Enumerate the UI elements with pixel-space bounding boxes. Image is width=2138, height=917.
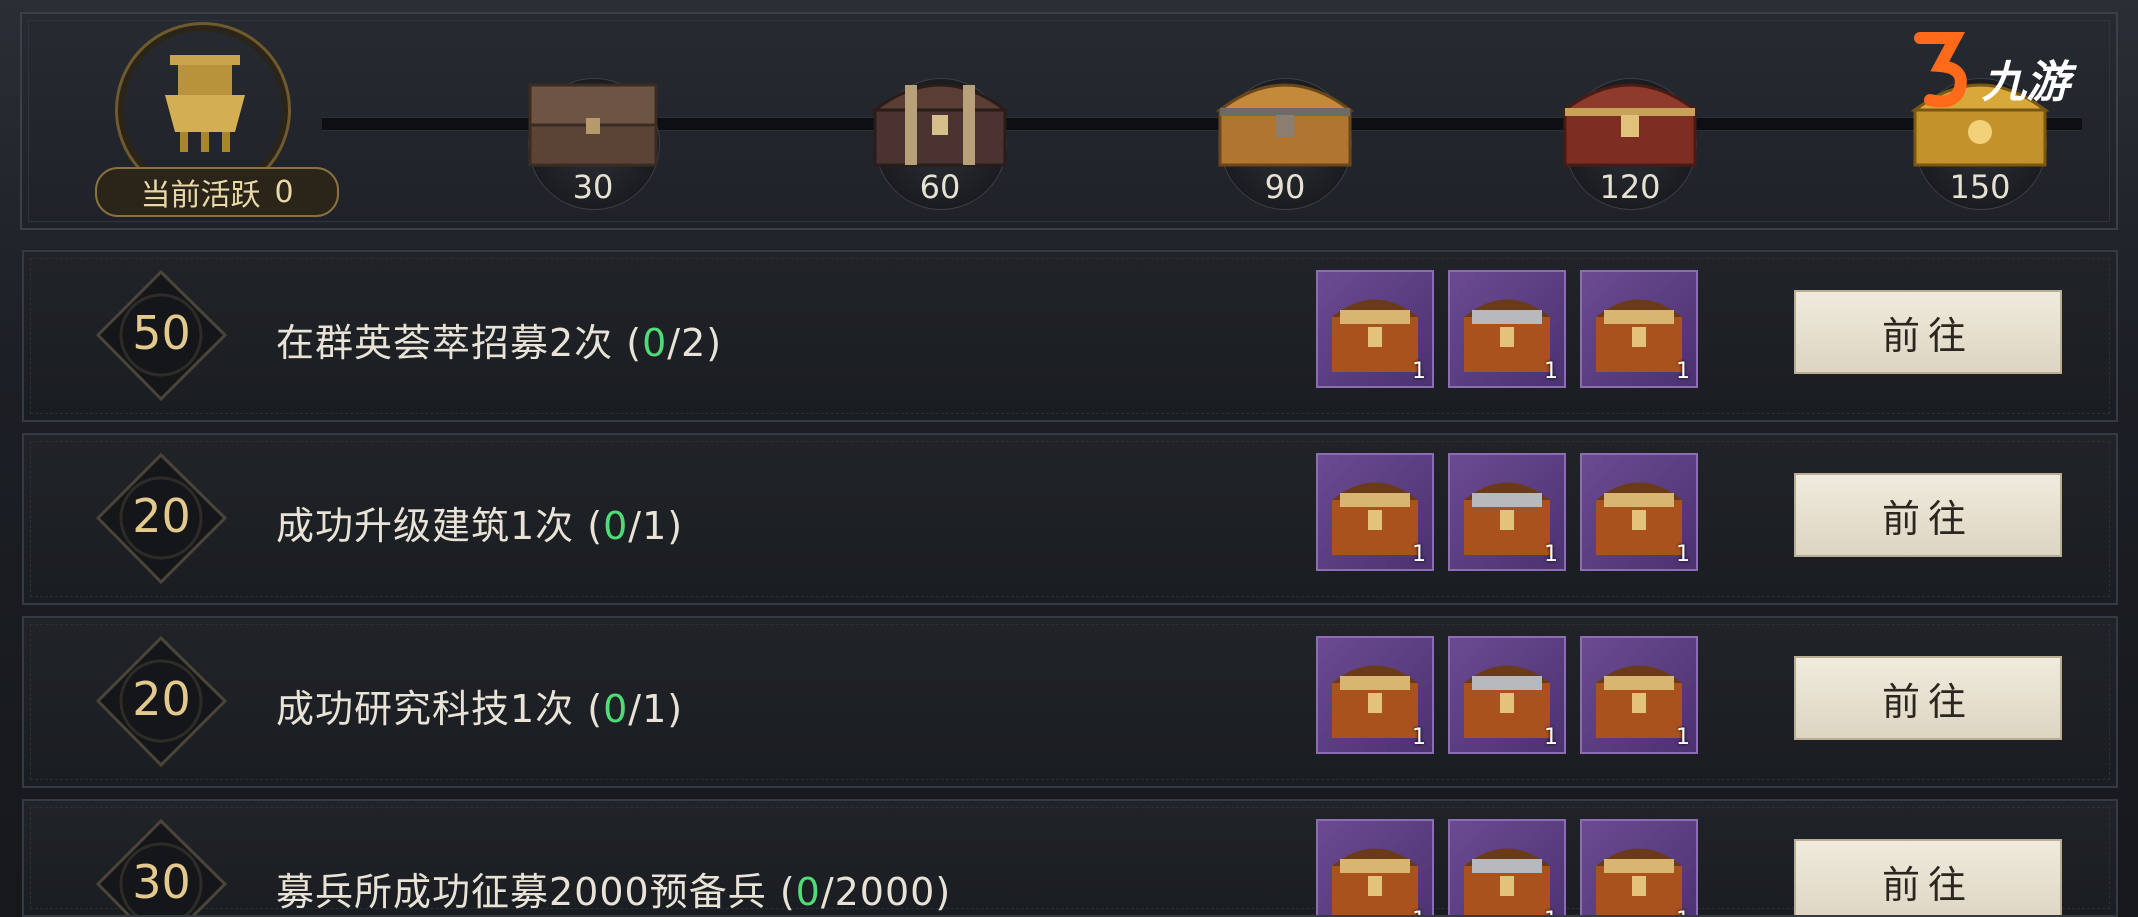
points-badge-icon bbox=[95, 452, 228, 585]
task-row: 20 成功研究科技1次 (0/1) 1 1 1 前往 bbox=[22, 616, 2118, 788]
task-row: 20 成功升级建筑1次 (0/1) 1 1 1 前往 bbox=[22, 433, 2118, 605]
points-badge-icon bbox=[95, 269, 228, 402]
reward-quantity: 1 bbox=[1676, 908, 1690, 915]
task-total: /2) bbox=[667, 321, 723, 365]
reward-quantity: 1 bbox=[1676, 359, 1690, 384]
silver-chest-icon bbox=[1464, 848, 1550, 915]
task-title: 成功升级建筑1次 (0/1) bbox=[276, 495, 683, 550]
milestone-chest-120[interactable]: 120 bbox=[1545, 40, 1715, 220]
reward-chest-item[interactable]: 1 bbox=[1448, 453, 1566, 571]
reward-chest-item[interactable]: 1 bbox=[1316, 636, 1434, 754]
task-progress: 0 bbox=[795, 870, 821, 914]
reward-quantity: 1 bbox=[1412, 542, 1426, 567]
go-button[interactable]: 前往 bbox=[1794, 473, 2062, 557]
current-activity-badge: 当前活跃 0 bbox=[95, 167, 339, 217]
banded-chest-icon bbox=[870, 83, 1010, 167]
jiuyou-logo: 九游 bbox=[1910, 28, 2120, 108]
progress-open: ( bbox=[626, 321, 643, 365]
progress-open: ( bbox=[587, 504, 604, 548]
reward-quantity: 1 bbox=[1412, 359, 1426, 384]
activity-tripod: 当前活跃 0 bbox=[95, 12, 355, 217]
task-total: /1) bbox=[628, 504, 684, 548]
reward-chest-item[interactable]: 1 bbox=[1580, 636, 1698, 754]
task-title-text: 在群英荟萃招募2次 bbox=[276, 321, 614, 365]
milestone-chest-60[interactable]: 60 bbox=[855, 40, 1025, 220]
progress-open: ( bbox=[779, 870, 796, 914]
reward-quantity: 1 bbox=[1544, 908, 1558, 915]
go-button[interactable]: 前往 bbox=[1794, 656, 2062, 740]
milestone-chest-30[interactable]: 30 bbox=[508, 40, 678, 220]
progress-open: ( bbox=[587, 687, 604, 731]
task-title-text: 成功升级建筑1次 bbox=[276, 504, 575, 548]
task-progress: 0 bbox=[603, 687, 629, 731]
treasure-chest-icon bbox=[1332, 848, 1418, 915]
activity-label: 当前活跃 bbox=[140, 178, 261, 213]
task-progress: 0 bbox=[603, 504, 629, 548]
milestone-value: 90 bbox=[1264, 168, 1306, 206]
points-badge-icon bbox=[95, 818, 228, 915]
task-title-text: 成功研究科技1次 bbox=[276, 687, 575, 731]
task-title-text: 募兵所成功征募2000预备兵 bbox=[276, 870, 767, 914]
reward-chest-item[interactable]: 1 bbox=[1580, 270, 1698, 388]
task-title: 成功研究科技1次 (0/1) bbox=[276, 678, 683, 733]
reward-quantity: 1 bbox=[1412, 725, 1426, 750]
reward-chest-item[interactable]: 1 bbox=[1448, 819, 1566, 915]
wooden-chest-icon bbox=[528, 83, 658, 167]
milestone-value: 30 bbox=[572, 168, 614, 206]
treasure-chest-icon bbox=[1596, 848, 1682, 915]
logo-text: 九游 bbox=[1982, 57, 2070, 108]
task-row: 30 募兵所成功征募2000预备兵 (0/2000) 1 1 1 前往 bbox=[22, 799, 2118, 917]
milestone-value: 60 bbox=[919, 168, 961, 206]
activity-value: 0 bbox=[274, 174, 294, 210]
reward-quantity: 1 bbox=[1412, 908, 1426, 915]
reward-chest-item[interactable]: 1 bbox=[1448, 636, 1566, 754]
go-button[interactable]: 前往 bbox=[1794, 839, 2062, 915]
reward-chest-item[interactable]: 1 bbox=[1316, 453, 1434, 571]
task-title: 募兵所成功征募2000预备兵 (0/2000) bbox=[276, 861, 952, 915]
reward-chest-item[interactable]: 1 bbox=[1316, 819, 1434, 915]
reward-chest-item[interactable]: 1 bbox=[1580, 819, 1698, 915]
reward-chest-item[interactable]: 1 bbox=[1580, 453, 1698, 571]
reward-quantity: 1 bbox=[1544, 359, 1558, 384]
task-row: 50 在群英荟萃招募2次 (0/2) 1 1 1 前往 bbox=[22, 250, 2118, 422]
task-total: /2000) bbox=[820, 870, 952, 914]
reward-quantity: 1 bbox=[1544, 725, 1558, 750]
points-badge-icon bbox=[95, 635, 228, 768]
task-title: 在群英荟萃招募2次 (0/2) bbox=[276, 312, 722, 367]
reward-chest-item[interactable]: 1 bbox=[1448, 270, 1566, 388]
reward-chest-item[interactable]: 1 bbox=[1316, 270, 1434, 388]
go-button[interactable]: 前往 bbox=[1794, 290, 2062, 374]
jiuyou-logo-icon bbox=[1914, 32, 1967, 108]
task-total: /1) bbox=[628, 687, 684, 731]
red-chest-icon bbox=[1560, 83, 1700, 167]
task-progress: 0 bbox=[642, 321, 668, 365]
bronze-chest-icon bbox=[1215, 83, 1355, 167]
milestone-chest-90[interactable]: 90 bbox=[1200, 40, 1370, 220]
milestone-value: 120 bbox=[1599, 168, 1661, 206]
milestone-value: 150 bbox=[1949, 168, 2011, 206]
bronze-tripod-icon bbox=[165, 55, 245, 152]
reward-quantity: 1 bbox=[1544, 542, 1558, 567]
reward-quantity: 1 bbox=[1676, 725, 1690, 750]
reward-quantity: 1 bbox=[1676, 542, 1690, 567]
